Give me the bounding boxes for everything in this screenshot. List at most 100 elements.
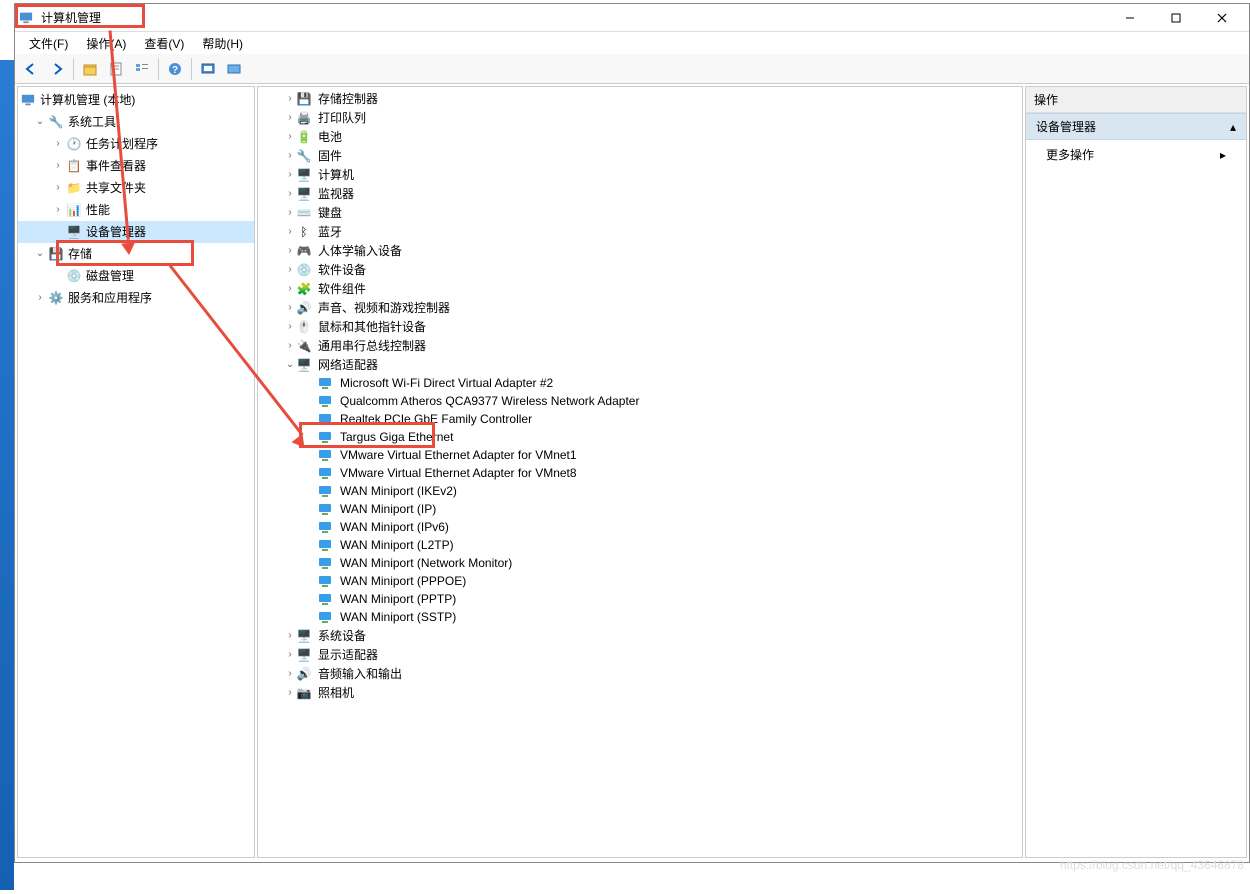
help-button[interactable]: ? (163, 57, 187, 81)
tree-device-manager[interactable]: 🖥️ 设备管理器 (18, 221, 254, 243)
network-adapter-icon (318, 429, 334, 445)
up-button[interactable] (78, 57, 102, 81)
expand-toggle[interactable]: › (284, 245, 296, 256)
expand-toggle[interactable]: › (284, 649, 296, 660)
device-category[interactable]: ›🔊音频输入和输出 (258, 664, 1022, 683)
tree-event-viewer[interactable]: › 📋 事件查看器 (18, 155, 254, 177)
expand-toggle[interactable]: › (284, 207, 296, 218)
network-adapter-item[interactable]: WAN Miniport (SSTP) (258, 608, 1022, 626)
collapse-icon[interactable]: ⌄ (34, 116, 46, 128)
expand-toggle[interactable]: › (284, 630, 296, 641)
network-adapter-item[interactable]: WAN Miniport (IP) (258, 500, 1022, 518)
device-category[interactable]: ›💾存储控制器 (258, 89, 1022, 108)
device-category-icon: 🖱️ (296, 319, 312, 335)
minimize-button[interactable] (1107, 4, 1153, 32)
collapse-icon[interactable]: ⌄ (34, 248, 46, 260)
network-adapter-item[interactable]: WAN Miniport (PPPOE) (258, 572, 1022, 590)
expand-icon[interactable]: › (52, 204, 64, 216)
menu-file[interactable]: 文件(F) (21, 33, 76, 54)
tree-label: 任务计划程序 (86, 134, 158, 154)
expand-toggle[interactable]: › (284, 226, 296, 237)
device-category[interactable]: ›🔋电池 (258, 127, 1022, 146)
tree-shared-folders[interactable]: › 📁 共享文件夹 (18, 177, 254, 199)
expand-toggle[interactable]: › (284, 93, 296, 104)
network-adapter-icon (318, 447, 334, 463)
expand-icon[interactable]: › (52, 182, 64, 194)
tree-disk-management[interactable]: 💿 磁盘管理 (18, 265, 254, 287)
expand-icon[interactable]: › (52, 160, 64, 172)
device-category[interactable]: ›🖨️打印队列 (258, 108, 1022, 127)
show-button[interactable] (222, 57, 246, 81)
expand-toggle[interactable]: › (284, 687, 296, 698)
properties-button[interactable] (104, 57, 128, 81)
device-label: 显示适配器 (318, 646, 378, 663)
expand-toggle[interactable]: › (284, 302, 296, 313)
network-adapter-item[interactable]: Qualcomm Atheros QCA9377 Wireless Networ… (258, 392, 1022, 410)
network-adapter-item[interactable]: Realtek PCIe GbE Family Controller (258, 410, 1022, 428)
expand-toggle[interactable]: › (284, 283, 296, 294)
expand-icon[interactable]: › (34, 292, 46, 304)
list-button[interactable] (130, 57, 154, 81)
device-category[interactable]: ›🎮人体学输入设备 (258, 241, 1022, 260)
device-category[interactable]: ›⌨️键盘 (258, 203, 1022, 222)
network-adapter-item[interactable]: WAN Miniport (IPv6) (258, 518, 1022, 536)
scan-button[interactable] (196, 57, 220, 81)
menu-view[interactable]: 查看(V) (136, 33, 192, 54)
back-button[interactable] (19, 57, 43, 81)
network-adapter-icon (318, 591, 334, 607)
adapter-label: Realtek PCIe GbE Family Controller (340, 412, 532, 426)
device-category[interactable]: ›🖥️显示适配器 (258, 645, 1022, 664)
device-category[interactable]: ›🖥️系统设备 (258, 626, 1022, 645)
expand-toggle[interactable]: › (284, 340, 296, 351)
network-adapter-item[interactable]: VMware Virtual Ethernet Adapter for VMne… (258, 464, 1022, 482)
tree-services[interactable]: › ⚙️ 服务和应用程序 (18, 287, 254, 309)
close-button[interactable] (1199, 4, 1245, 32)
main-window: 计算机管理 文件(F) 操作(A) 查看(V) 帮助(H) ? (14, 3, 1250, 863)
expand-toggle[interactable]: ⌄ (284, 359, 296, 370)
tree-task-scheduler[interactable]: › 🕐 任务计划程序 (18, 133, 254, 155)
device-category[interactable]: ›ᛒ蓝牙 (258, 222, 1022, 241)
device-category[interactable]: ›💿软件设备 (258, 260, 1022, 279)
maximize-button[interactable] (1153, 4, 1199, 32)
device-category[interactable]: ›📷照相机 (258, 683, 1022, 702)
network-adapter-item[interactable]: Microsoft Wi-Fi Direct Virtual Adapter #… (258, 374, 1022, 392)
network-adapter-item[interactable]: WAN Miniport (L2TP) (258, 536, 1022, 554)
adapter-label: WAN Miniport (PPPOE) (340, 574, 466, 588)
network-adapter-item[interactable]: WAN Miniport (PPTP) (258, 590, 1022, 608)
device-label: 存储控制器 (318, 90, 378, 107)
expand-toggle[interactable]: › (284, 131, 296, 142)
expand-toggle[interactable]: › (284, 668, 296, 679)
expand-icon[interactable]: › (52, 138, 64, 150)
device-category[interactable]: ›🔧固件 (258, 146, 1022, 165)
expand-toggle[interactable]: › (284, 150, 296, 161)
device-category[interactable]: ›🧩软件组件 (258, 279, 1022, 298)
device-category[interactable]: ›🔊声音、视频和游戏控制器 (258, 298, 1022, 317)
network-adapter-item[interactable]: WAN Miniport (IKEv2) (258, 482, 1022, 500)
device-category[interactable]: ⌄🖥️网络适配器 (258, 355, 1022, 374)
device-category[interactable]: ›🖥️计算机 (258, 165, 1022, 184)
tree-system-tools[interactable]: ⌄ 🔧 系统工具 (18, 111, 254, 133)
expand-toggle[interactable]: › (284, 188, 296, 199)
menu-help[interactable]: 帮助(H) (194, 33, 251, 54)
forward-button[interactable] (45, 57, 69, 81)
device-category[interactable]: ›🔌通用串行总线控制器 (258, 336, 1022, 355)
device-category[interactable]: ›🖱️鼠标和其他指针设备 (258, 317, 1022, 336)
menu-action[interactable]: 操作(A) (78, 33, 134, 54)
tree-root[interactable]: 计算机管理 (本地) (18, 89, 254, 111)
actions-section[interactable]: 设备管理器 ▴ (1026, 113, 1246, 140)
tree-performance[interactable]: › 📊 性能 (18, 199, 254, 221)
network-adapter-icon (318, 411, 334, 427)
network-adapter-item[interactable]: Targus Giga Ethernet (258, 428, 1022, 446)
window-controls (1107, 4, 1245, 32)
network-adapter-item[interactable]: WAN Miniport (Network Monitor) (258, 554, 1022, 572)
device-label: 音频输入和输出 (318, 665, 402, 682)
device-category[interactable]: ›🖥️监视器 (258, 184, 1022, 203)
section-label: 设备管理器 (1036, 118, 1096, 135)
network-adapter-item[interactable]: VMware Virtual Ethernet Adapter for VMne… (258, 446, 1022, 464)
expand-toggle[interactable]: › (284, 169, 296, 180)
expand-toggle[interactable]: › (284, 112, 296, 123)
expand-toggle[interactable]: › (284, 321, 296, 332)
more-actions[interactable]: 更多操作 ▸ (1026, 140, 1246, 169)
expand-toggle[interactable]: › (284, 264, 296, 275)
tree-storage[interactable]: ⌄ 💾 存储 (18, 243, 254, 265)
